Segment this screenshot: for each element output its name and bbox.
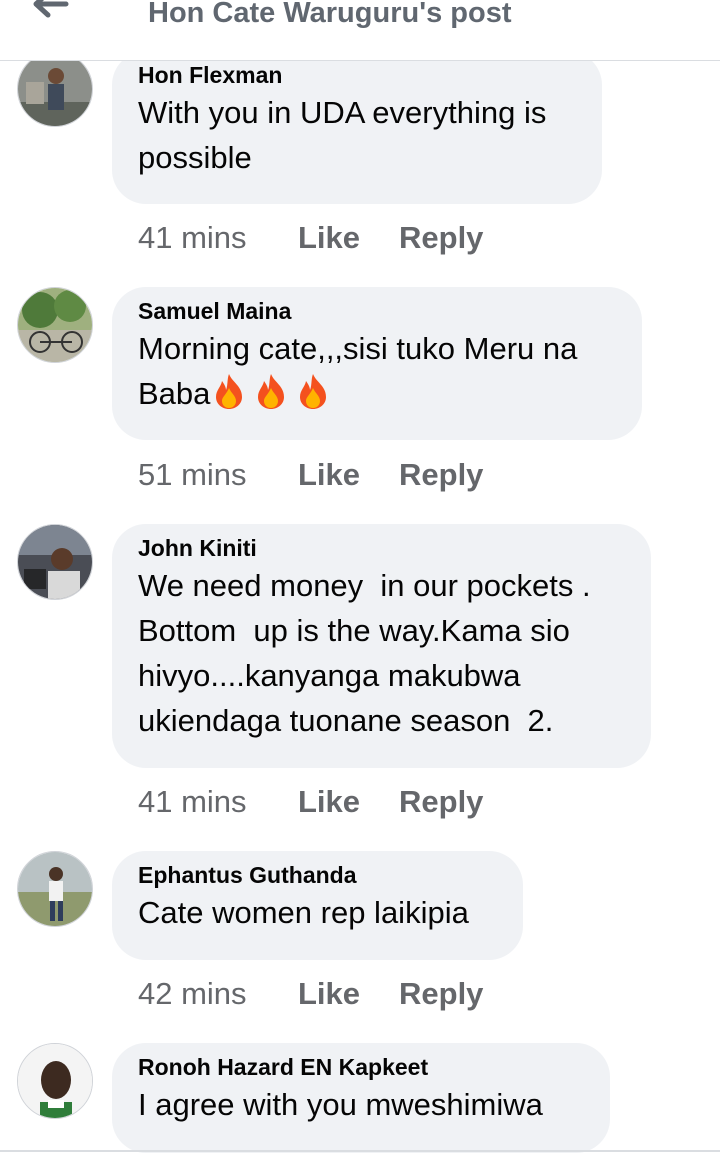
comment-author[interactable]: Ephantus Guthanda — [138, 860, 497, 890]
comments-list: Hon Flexman With you in UDA everything i… — [0, 0, 720, 1158]
comment-text: Morning cate,,,sisi tuko Meru na Baba — [138, 331, 578, 411]
reply-button[interactable]: Reply — [399, 976, 483, 1012]
like-button[interactable]: Like — [298, 784, 399, 820]
comment-actions: 51 mins Like Reply — [138, 457, 483, 493]
fire-emoji-icon — [294, 372, 332, 422]
comment-text-wrap: Morning cate,,,sisi tuko Meru na Baba — [138, 326, 616, 422]
reply-button[interactable]: Reply — [399, 457, 483, 493]
comment-text: I agree with you mweshimiwa — [138, 1087, 543, 1122]
avatar[interactable] — [17, 524, 93, 600]
comment-timestamp[interactable]: 42 mins — [138, 976, 298, 1012]
comment-bubble[interactable]: Ronoh Hazard EN Kapkeet I agree with you… — [112, 1043, 610, 1153]
page-title: Hon Cate Waruguru's post — [148, 0, 512, 29]
reply-button[interactable]: Reply — [399, 784, 483, 820]
avatar[interactable] — [17, 51, 93, 127]
like-button[interactable]: Like — [298, 220, 399, 256]
fire-emoji-group — [210, 374, 336, 411]
comment-timestamp[interactable]: 41 mins — [138, 220, 298, 256]
comment-bubble[interactable]: Hon Flexman With you in UDA everything i… — [112, 51, 602, 204]
fire-emoji-icon — [252, 372, 290, 422]
comment-author[interactable]: Ronoh Hazard EN Kapkeet — [138, 1052, 584, 1082]
comment-bubble[interactable]: Ephantus Guthanda Cate women rep laikipi… — [112, 851, 523, 960]
back-button[interactable] — [26, 0, 74, 26]
like-button[interactable]: Like — [298, 457, 399, 493]
reply-button[interactable]: Reply — [399, 220, 483, 256]
comment-actions: 42 mins Like Reply — [138, 976, 483, 1012]
comment-actions: 41 mins Like Reply — [138, 220, 483, 256]
comment-text: Cate women rep laikipia — [138, 895, 469, 930]
like-button[interactable]: Like — [298, 976, 399, 1012]
arrow-left-icon — [30, 0, 70, 24]
fire-emoji-icon — [210, 372, 248, 422]
avatar[interactable] — [17, 851, 93, 927]
comment-author[interactable]: Samuel Maina — [138, 296, 616, 326]
comment-text: With you in UDA everything is possible — [138, 95, 547, 175]
comment-author[interactable]: John Kiniti — [138, 533, 625, 563]
comment-timestamp[interactable]: 51 mins — [138, 457, 298, 493]
comment-author[interactable]: Hon Flexman — [138, 60, 576, 90]
comment-text: We need money in our pockets . Bottom up… — [138, 568, 591, 738]
avatar[interactable] — [17, 287, 93, 363]
comment-actions: 41 mins Like Reply — [138, 784, 483, 820]
comment-bubble[interactable]: Samuel Maina Morning cate,,,sisi tuko Me… — [112, 287, 642, 440]
comment-bubble[interactable]: John Kiniti We need money in our pockets… — [112, 524, 651, 768]
divider — [0, 1150, 720, 1152]
top-bar: Hon Cate Waruguru's post — [0, 0, 720, 61]
comment-timestamp[interactable]: 41 mins — [138, 784, 298, 820]
avatar[interactable] — [17, 1043, 93, 1119]
